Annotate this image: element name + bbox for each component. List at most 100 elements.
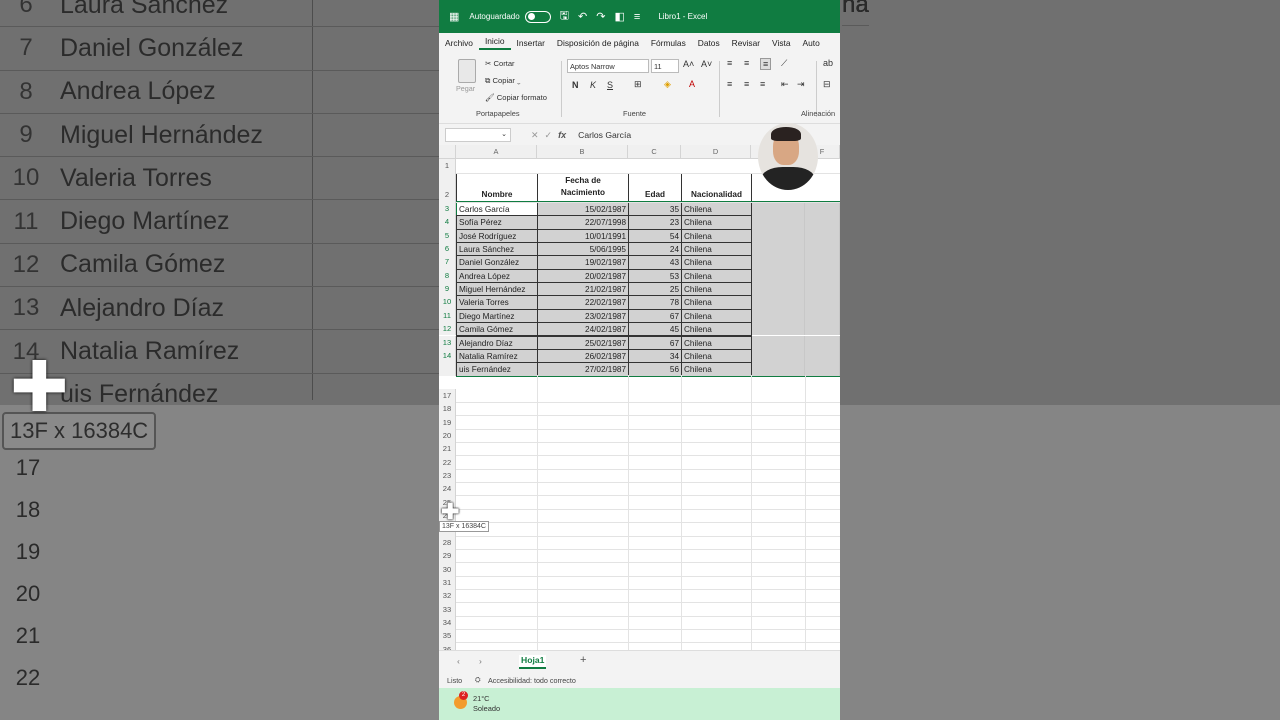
customize-toolbar-icon[interactable]: ≡	[634, 11, 640, 23]
tab-datos[interactable]: Datos	[692, 38, 726, 48]
row-header[interactable]: 12	[439, 322, 456, 336]
align-top-icon[interactable]: ≡	[727, 58, 732, 68]
row-gridline	[456, 402, 840, 403]
row-header[interactable]: 19	[439, 415, 456, 430]
increase-indent-icon[interactable]: ⇥	[797, 79, 805, 90]
bold-button[interactable]: N	[572, 80, 579, 90]
row-header[interactable]: 33	[439, 602, 456, 616]
enter-icon[interactable]: ✓	[545, 130, 553, 141]
weather-temp[interactable]: 21°C	[473, 694, 490, 703]
column-header-c[interactable]: C	[628, 145, 681, 159]
insert-function-icon[interactable]: fx	[558, 130, 566, 140]
tab-inicio[interactable]: Inicio	[478, 36, 511, 50]
row-header[interactable]: 18	[439, 402, 456, 416]
ribbon-tabs: Archivo Inicio Insertar Disposición de p…	[439, 33, 840, 53]
row-header[interactable]: 3	[439, 202, 456, 216]
row-header[interactable]: 1	[439, 159, 456, 173]
status-ready: Listo	[447, 676, 463, 685]
row-header[interactable]: 34	[439, 615, 456, 630]
autosave-toggle[interactable]	[524, 10, 551, 23]
align-right-icon[interactable]: ≡	[760, 79, 765, 89]
formula-input[interactable]: Carlos García	[578, 130, 631, 140]
decrease-font-icon[interactable]: A˅	[701, 59, 712, 69]
copy-button[interactable]: ⧉ Copiar ⌄	[485, 76, 521, 86]
row-header[interactable]: 23	[439, 469, 456, 483]
font-name-select[interactable]: Aptos Narrow	[567, 59, 649, 73]
tab-revisar[interactable]: Revisar	[726, 38, 766, 48]
row-header[interactable]: 35	[439, 629, 456, 643]
next-sheet-icon[interactable]: ›	[479, 656, 482, 666]
row-header[interactable]: 20	[439, 429, 456, 443]
merge-icon[interactable]: ⊟	[823, 79, 831, 90]
undo-icon[interactable]: ↶	[578, 10, 587, 23]
underline-button[interactable]: S	[607, 80, 613, 90]
row-header[interactable]: 28	[439, 535, 456, 550]
row-header[interactable]: 21	[439, 442, 456, 456]
row-header[interactable]	[439, 362, 456, 376]
redo-icon[interactable]: ↷	[596, 10, 605, 23]
align-middle-icon[interactable]: ≡	[744, 58, 749, 68]
paste-icon[interactable]	[458, 59, 476, 83]
sheet-tab-hoja1[interactable]: Hoja1	[519, 655, 547, 669]
bg-row: 6 Laura Sánchez	[0, 0, 440, 28]
add-sheet-icon[interactable]: +	[580, 654, 586, 666]
italic-button[interactable]: K	[590, 80, 596, 90]
paste-button[interactable]: Pegar	[456, 84, 475, 93]
orientation-icon[interactable]: ⟋	[781, 58, 787, 69]
row-header[interactable]: 29	[439, 549, 456, 563]
header-nombre[interactable]: Nombre	[456, 173, 538, 202]
column-header-b[interactable]: B	[537, 145, 628, 159]
row-header[interactable]: 13	[439, 335, 456, 349]
row-header[interactable]: 32	[439, 589, 456, 603]
row-header[interactable]: 30	[439, 562, 456, 576]
header-fecha[interactable]: Fecha de Nacimiento	[537, 173, 629, 202]
row-header[interactable]: 24	[439, 482, 456, 496]
font-color-icon[interactable]: A	[689, 79, 695, 89]
spreadsheet-grid[interactable]: A B C D F 1 2 Nombre Fecha de Nacimiento…	[439, 145, 840, 657]
tab-vista[interactable]: Vista	[766, 38, 796, 48]
row-header[interactable]: 5	[439, 228, 456, 243]
align-left-icon[interactable]: ≡	[727, 79, 732, 89]
font-size-select[interactable]: 11	[651, 59, 679, 73]
tab-archivo[interactable]: Archivo	[439, 38, 479, 48]
touch-mode-icon[interactable]: ◧	[614, 10, 624, 23]
tab-auto[interactable]: Auto	[797, 38, 826, 48]
accessibility-icon[interactable]: ⛭	[475, 675, 481, 685]
row-header[interactable]: 6	[439, 242, 456, 256]
column-header-d[interactable]: D	[681, 145, 751, 159]
row-header[interactable]: 10	[439, 295, 456, 309]
align-center-icon[interactable]: ≡	[744, 79, 749, 89]
cut-button[interactable]: ✂ Cortar	[485, 59, 515, 68]
row-header[interactable]: 22	[439, 455, 456, 470]
row-header[interactable]: 2	[439, 173, 456, 202]
row-header[interactable]: 14	[439, 348, 456, 363]
name-box[interactable]: ⌄	[445, 128, 511, 142]
wrap-text-icon[interactable]: ab	[823, 58, 833, 68]
accessibility-status[interactable]: Accesibilidad: todo correcto	[488, 676, 576, 685]
format-painter-button[interactable]: 🖌 Copiar formato	[485, 93, 547, 102]
row-header[interactable]: 17	[439, 389, 456, 403]
header-nacionalidad[interactable]: Nacionalidad	[681, 173, 752, 202]
cancel-icon[interactable]: ✕	[531, 130, 539, 141]
column-header-a[interactable]: A	[456, 145, 537, 159]
header-edad[interactable]: Edad	[628, 173, 682, 202]
title-bar: ▦ Autoguardado 🖫 ↶ ↷ ◧ ≡ Libro1 - Excel	[439, 0, 840, 33]
select-all-corner[interactable]	[439, 145, 456, 159]
row-header[interactable]: 7	[439, 255, 456, 269]
fill-color-icon[interactable]: ◈	[664, 79, 671, 90]
tab-formulas[interactable]: Fórmulas	[645, 38, 692, 48]
tab-disposicion[interactable]: Disposición de página	[551, 38, 645, 48]
increase-font-icon[interactable]: A˄	[683, 59, 694, 69]
align-bottom-icon[interactable]: ≡	[760, 58, 772, 70]
tab-insertar[interactable]: Insertar	[511, 38, 551, 48]
prev-sheet-icon[interactable]: ‹	[457, 656, 460, 666]
decrease-indent-icon[interactable]: ⇤	[781, 79, 789, 90]
weather-condition[interactable]: Soleado	[473, 704, 500, 713]
row-header[interactable]: 4	[439, 215, 456, 229]
row-header[interactable]: 8	[439, 268, 456, 283]
row-header[interactable]: 9	[439, 282, 456, 296]
save-icon[interactable]: 🖫	[560, 7, 569, 26]
row-header[interactable]: 11	[439, 308, 456, 323]
row-header[interactable]: 31	[439, 575, 456, 590]
borders-icon[interactable]: ⊞	[634, 79, 642, 90]
